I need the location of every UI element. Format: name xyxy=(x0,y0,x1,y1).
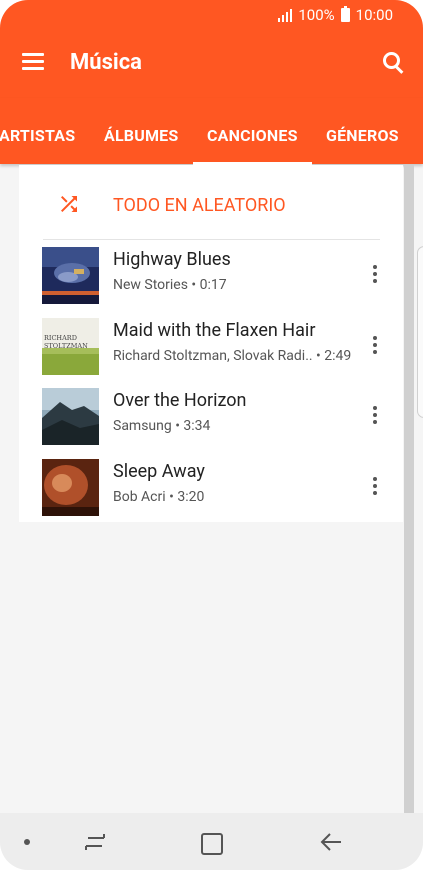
tab-bar: ARTISTAS ÁLBUMES CANCIONES GÉNEROS xyxy=(0,98,423,164)
recent-apps-icon[interactable] xyxy=(84,832,106,852)
nav-dot-icon[interactable] xyxy=(24,839,30,845)
status-bar: 100% 10:00 xyxy=(0,0,423,30)
search-icon[interactable] xyxy=(379,48,407,76)
app-toolbar: Música xyxy=(0,30,423,98)
list-item[interactable]: Highway Blues New Stories • 0:17 xyxy=(19,241,403,307)
tab-canciones[interactable]: CANCIONES xyxy=(207,126,298,145)
tab-generos[interactable]: GÉNEROS xyxy=(326,126,399,145)
shuffle-all-button[interactable]: TODO EN ALEATORIO xyxy=(19,165,403,239)
song-subtitle: Bob Acri • 3:20 xyxy=(113,489,205,505)
album-art-text: RICHARD xyxy=(44,334,77,342)
edge-panel-handle[interactable] xyxy=(417,246,423,418)
battery-percent: 100% xyxy=(298,6,335,24)
list-item[interactable]: RICHARD STOLTZMAN Maid with the Flaxen H… xyxy=(19,312,403,378)
divider xyxy=(43,239,380,240)
album-art xyxy=(42,247,99,304)
back-icon[interactable] xyxy=(320,832,342,852)
song-title: Maid with the Flaxen Hair xyxy=(113,320,316,341)
scrollbar[interactable] xyxy=(404,165,414,813)
tab-artistas[interactable]: ARTISTAS xyxy=(0,126,75,145)
home-icon[interactable] xyxy=(201,833,223,855)
battery-icon xyxy=(340,6,350,22)
more-vert-icon[interactable] xyxy=(372,477,378,495)
song-title: Over the Horizon xyxy=(113,390,247,411)
song-list: TODO EN ALEATORIO Highway Blues New Stor… xyxy=(19,165,403,522)
album-art-text: STOLTZMAN xyxy=(44,342,88,350)
signal-icon xyxy=(278,8,293,22)
more-vert-icon[interactable] xyxy=(372,336,378,354)
song-subtitle: Richard Stoltzman, Slovak Radi.. • 2:49 xyxy=(113,348,352,364)
song-subtitle: New Stories • 0:17 xyxy=(113,277,227,293)
shuffle-icon xyxy=(61,196,77,212)
list-item[interactable]: Sleep Away Bob Acri • 3:20 xyxy=(19,453,403,519)
more-vert-icon[interactable] xyxy=(372,265,378,283)
status-indicators: 100% 10:00 xyxy=(278,6,393,24)
tab-albumes[interactable]: ÁLBUMES xyxy=(104,126,178,145)
shuffle-label: TODO EN ALEATORIO xyxy=(113,195,286,216)
page-title: Música xyxy=(70,50,142,75)
album-art xyxy=(42,388,99,445)
album-art xyxy=(42,459,99,516)
album-art: RICHARD STOLTZMAN xyxy=(42,318,99,375)
navigation-bar xyxy=(0,813,423,870)
menu-icon[interactable] xyxy=(20,50,46,76)
clock: 10:00 xyxy=(355,6,393,24)
more-vert-icon[interactable] xyxy=(372,406,378,424)
phone-screen: 100% 10:00 Música ARTISTAS ÁLBUMES CANCI… xyxy=(0,0,423,870)
list-item[interactable]: Over the Horizon Samsung • 3:34 xyxy=(19,382,403,448)
song-title: Sleep Away xyxy=(113,461,205,482)
song-title: Highway Blues xyxy=(113,249,231,270)
song-subtitle: Samsung • 3:34 xyxy=(113,418,211,434)
